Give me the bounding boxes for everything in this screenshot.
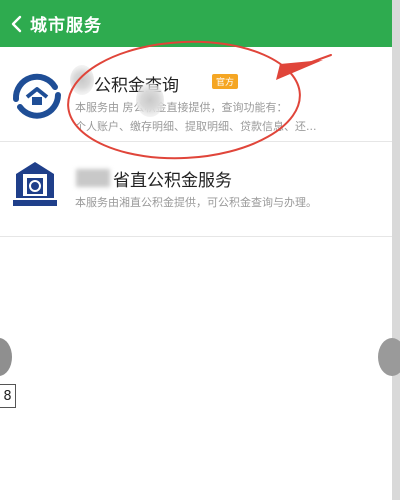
description-line: 本服务由湘直公积金提供，可公积金查询与办理。 [75, 196, 317, 209]
list-item-housing-fund-query[interactable]: 公积金查询 官方 本服务由 房公积金直接提供，查询功能有： 个人账户、缴存明细、… [0, 47, 392, 142]
prev-page-button[interactable] [0, 338, 12, 376]
blurred-city-name [70, 65, 94, 95]
service-list: 公积金查询 官方 本服务由 房公积金直接提供，查询功能有： 个人账户、缴存明细、… [0, 47, 392, 237]
service-title: 省直公积金服务 [113, 171, 232, 191]
page-title: 城市服务 [30, 16, 102, 36]
page-indicator: 8 [0, 384, 16, 408]
service-description: 本服务由湘直公积金提供，可公积金查询与办理。 [75, 193, 375, 212]
chevron-left-icon [11, 15, 22, 32]
blurred-text [136, 83, 164, 117]
back-button[interactable] [2, 0, 30, 47]
provincial-fund-logo-icon [13, 162, 57, 206]
blurred-province-name [76, 169, 110, 187]
description-line: 个人账户、缴存明细、提取明细、贷款信息、还... [75, 120, 317, 133]
scrollbar-track[interactable] [392, 0, 400, 500]
app-header: 城市服务 [0, 0, 392, 47]
service-description: 本服务由 房公积金直接提供，查询功能有： 个人账户、缴存明细、提取明细、贷款信息… [75, 98, 375, 136]
list-item-provincial-fund-service[interactable]: 省直公积金服务 本服务由湘直公积金提供，可公积金查询与办理。 [0, 142, 392, 237]
description-line: 本服务由 房公积金直接提供，查询功能有： [75, 101, 288, 114]
next-page-button[interactable] [378, 338, 400, 376]
housing-fund-logo-icon [12, 73, 61, 119]
official-badge: 官方 [212, 74, 239, 89]
